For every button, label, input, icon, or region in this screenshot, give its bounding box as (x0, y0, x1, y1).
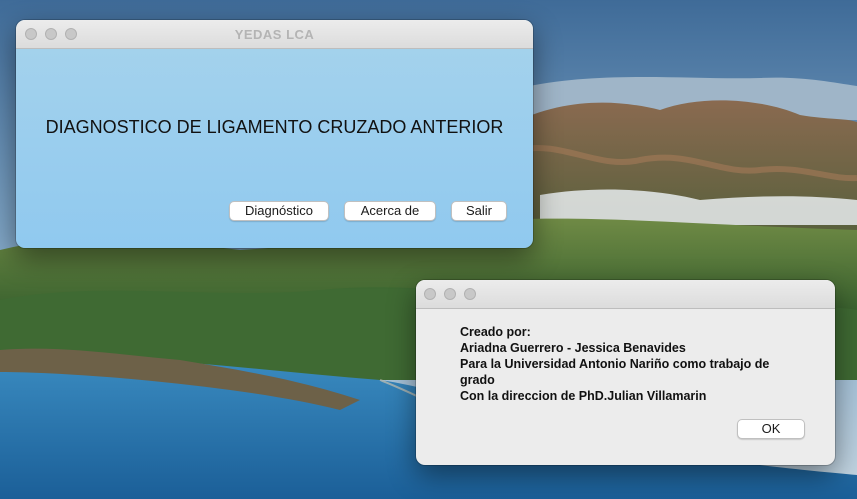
ok-button[interactable]: OK (737, 419, 805, 439)
page-title: DIAGNOSTICO DE LIGAMENTO CRUZADO ANTERIO… (45, 117, 504, 137)
main-window: YEDAS LCA DIAGNOSTICO DE LIGAMENTO CRUZA… (16, 20, 533, 248)
main-titlebar[interactable]: YEDAS LCA (16, 20, 533, 49)
minimize-icon[interactable] (444, 288, 456, 300)
about-dialog: Creado por: Ariadna Guerrero - Jessica B… (416, 280, 835, 465)
about-message: Creado por: Ariadna Guerrero - Jessica B… (460, 324, 800, 404)
about-line: Creado por: (460, 325, 531, 339)
about-line: Con la direccion de PhD.Julian Villamari… (460, 389, 707, 403)
window-title: YEDAS LCA (234, 27, 315, 42)
dialog-titlebar[interactable] (416, 280, 835, 309)
about-line: Ariadna Guerrero - Jessica Benavides (460, 341, 686, 355)
about-line: Para la Universidad Antonio Nariño como … (460, 357, 770, 387)
close-icon[interactable] (424, 288, 436, 300)
salir-button[interactable]: Salir (451, 201, 507, 221)
zoom-icon[interactable] (464, 288, 476, 300)
acerca-de-button[interactable]: Acerca de (344, 201, 436, 221)
diagnostico-button[interactable]: Diagnóstico (229, 201, 329, 221)
